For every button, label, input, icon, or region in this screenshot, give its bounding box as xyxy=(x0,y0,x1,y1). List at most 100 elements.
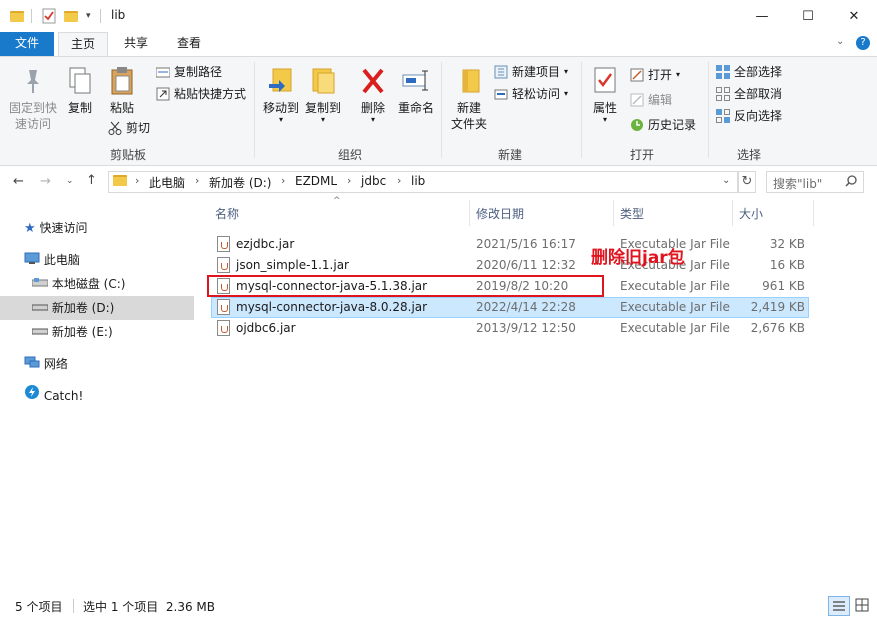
column-header-name[interactable]: 名称 xyxy=(215,200,239,226)
file-row[interactable]: ojdbc6.jar 2013/9/12 12:50 Executable Ja… xyxy=(211,318,809,339)
delete-dropdown-icon: ▾ xyxy=(370,115,375,124)
file-date: 2021/5/16 16:17 xyxy=(476,237,576,251)
move-to-button[interactable]: 移动到 ▾ xyxy=(262,66,300,124)
file-row[interactable]: json_simple-1.1.jar 2020/6/11 12:32 Exec… xyxy=(211,255,809,276)
easy-access-dropdown-icon: ▾ xyxy=(564,89,569,98)
nav-d-drive[interactable]: 新加卷 (D:) xyxy=(0,296,194,320)
nav-c-drive[interactable]: 本地磁盘 (C:) xyxy=(31,272,125,296)
pin-label-1: 固定到快 xyxy=(8,101,57,115)
new-item-button[interactable]: 新建项目 ▾ xyxy=(494,62,568,82)
minimize-button[interactable]: — xyxy=(739,0,785,32)
open-label: 打开 xyxy=(648,68,673,82)
breadcrumb-separator[interactable]: › xyxy=(135,174,139,187)
move-to-dropdown-icon: ▾ xyxy=(278,115,283,124)
invert-selection-button[interactable]: 反向选择 xyxy=(716,106,782,126)
tab-share[interactable]: 共享 xyxy=(112,32,160,56)
recent-locations-icon[interactable]: ⌄ xyxy=(66,176,74,186)
jar-file-icon xyxy=(217,320,230,336)
rename-button[interactable]: 重命名 xyxy=(396,66,436,116)
nav-this-pc[interactable]: 此电脑 xyxy=(24,248,80,272)
column-divider[interactable] xyxy=(813,200,814,226)
breadcrumb-lib[interactable]: lib xyxy=(411,174,425,188)
history-label: 历史记录 xyxy=(648,118,697,132)
refresh-icon[interactable]: ↻ xyxy=(738,171,756,193)
copy-to-button[interactable]: 复制到 ▾ xyxy=(304,66,342,124)
new-folder-button[interactable]: 新建 文件夹 xyxy=(447,66,491,132)
file-row[interactable]: ezjdbc.jar 2021/5/16 16:17 Executable Ja… xyxy=(211,234,809,255)
copy-to-dropdown-icon: ▾ xyxy=(320,115,325,124)
column-divider[interactable] xyxy=(613,200,614,226)
group-divider xyxy=(254,62,255,158)
customize-quick-access-icon[interactable]: ▾ xyxy=(86,7,91,25)
move-to-label: 移动到 xyxy=(262,101,299,115)
history-button[interactable]: 历史记录 xyxy=(630,115,696,135)
nav-quick-access-label: 快速访问 xyxy=(39,221,88,235)
large-icons-view-icon[interactable] xyxy=(852,596,874,616)
details-view-icon[interactable] xyxy=(828,596,850,616)
easy-access-button[interactable]: 轻松访问 ▾ xyxy=(494,84,568,104)
column-header-size[interactable]: 大小 xyxy=(739,200,763,226)
select-all-label: 全部选择 xyxy=(734,65,783,79)
column-header-type[interactable]: 类型 xyxy=(620,200,644,226)
properties-button[interactable]: 属性 ▾ xyxy=(588,66,622,124)
breadcrumb-jdbc[interactable]: jdbc xyxy=(361,174,386,188)
nav-catch[interactable]: Catch! xyxy=(24,384,83,408)
search-icon xyxy=(845,175,857,190)
pin-quick-access-button[interactable]: 固定到快 速访问 xyxy=(4,66,62,132)
network-icon xyxy=(24,356,40,368)
pin-icon xyxy=(27,70,39,93)
select-none-icon xyxy=(716,87,730,101)
edit-button[interactable]: 编辑 xyxy=(630,90,672,110)
breadcrumb-this-pc[interactable]: 此电脑 xyxy=(149,174,185,191)
nav-network[interactable]: 网络 xyxy=(24,352,68,376)
delete-button[interactable]: 删除 ▾ xyxy=(356,66,390,124)
breadcrumb-ezdml[interactable]: EZDML xyxy=(295,174,337,188)
paste-shortcut-button[interactable]: 粘贴快捷方式 xyxy=(156,84,246,104)
file-name: mysql-connector-java-8.0.28.jar xyxy=(236,300,428,314)
copy-path-label: 复制路径 xyxy=(174,65,223,79)
new-folder-quick-icon[interactable] xyxy=(64,7,78,25)
copy-icon xyxy=(69,67,91,94)
address-dropdown-icon[interactable]: ⌄ xyxy=(722,175,730,186)
maximize-button[interactable]: ☐ xyxy=(785,0,831,32)
sort-ascending-icon: ^ xyxy=(333,196,341,206)
breadcrumb-separator[interactable]: › xyxy=(281,174,285,187)
open-button[interactable]: 打开 ▾ xyxy=(630,65,680,85)
file-name: ojdbc6.jar xyxy=(236,321,296,335)
copy-path-button[interactable]: 复制路径 xyxy=(156,62,222,82)
breadcrumb-separator[interactable]: › xyxy=(195,174,199,187)
paste-button[interactable]: 粘贴 xyxy=(106,66,138,116)
help-icon[interactable]: ? xyxy=(856,36,870,50)
file-date: 2013/9/12 12:50 xyxy=(476,321,576,335)
breadcrumb-separator[interactable]: › xyxy=(347,174,351,187)
rename-label: 重命名 xyxy=(397,101,434,115)
edit-icon xyxy=(630,93,644,107)
file-name: json_simple-1.1.jar xyxy=(236,258,349,272)
close-button[interactable]: ✕ xyxy=(831,0,877,32)
file-type: Executable Jar File xyxy=(620,300,730,314)
back-arrow-icon[interactable]: ← xyxy=(13,174,24,189)
tab-home[interactable]: 主页 xyxy=(58,32,108,56)
nav-quick-access[interactable]: ★ 快速访问 xyxy=(24,216,88,240)
breadcrumb-separator[interactable]: › xyxy=(397,174,401,187)
tab-view[interactable]: 查看 xyxy=(164,32,214,56)
select-all-button[interactable]: 全部选择 xyxy=(716,62,782,82)
column-divider[interactable] xyxy=(469,200,470,226)
file-size: 2,676 KB xyxy=(750,321,805,335)
nav-e-drive[interactable]: 新加卷 (E:) xyxy=(31,320,113,344)
file-size: 2,419 KB xyxy=(750,300,805,314)
tab-file[interactable]: 文件 xyxy=(0,32,54,56)
column-header-date[interactable]: 修改日期 xyxy=(476,200,524,226)
file-row-selected[interactable]: mysql-connector-java-8.0.28.jar 2022/4/1… xyxy=(211,297,809,318)
cut-button[interactable]: 剪切 xyxy=(108,118,150,138)
forward-arrow-icon[interactable]: → xyxy=(40,174,51,189)
breadcrumb-d-drive[interactable]: 新加卷 (D:) xyxy=(209,174,271,191)
drive-icon xyxy=(31,278,49,287)
copy-button[interactable]: 复制 xyxy=(64,66,96,116)
column-divider[interactable] xyxy=(732,200,733,226)
up-arrow-icon[interactable]: ↑ xyxy=(86,173,97,188)
properties-check-icon[interactable] xyxy=(42,7,56,25)
status-selection: 选中 1 个项目 2.36 MB xyxy=(83,600,216,614)
collapse-ribbon-icon[interactable]: ⌄ xyxy=(836,36,844,47)
select-none-button[interactable]: 全部取消 xyxy=(716,84,782,104)
